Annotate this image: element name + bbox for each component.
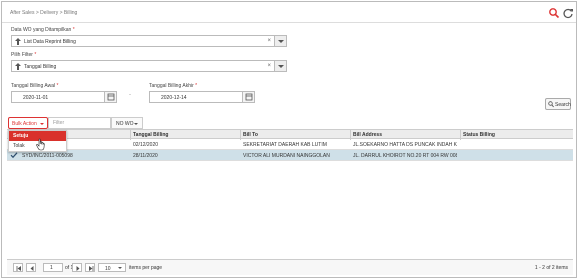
search-icon[interactable] (548, 7, 560, 19)
search-icon (548, 101, 554, 108)
filter-field-select[interactable]: NO WO (111, 117, 143, 129)
start-date-input[interactable]: 2020-11-01 (11, 91, 117, 103)
cell-bill-address: JL.SOEKARNO HATTA DS PUNCAK INDAH KA... (353, 142, 457, 148)
clear-icon[interactable]: × (267, 63, 271, 69)
end-date-label-text: Tanggal Billing Akhir (149, 83, 194, 89)
chevron-down-icon[interactable] (274, 36, 286, 46)
page-size-select[interactable]: 10 (98, 263, 126, 272)
end-date-value: 2020-12-14 (161, 95, 187, 101)
next-page-icon (76, 266, 80, 271)
clear-icon[interactable]: × (267, 38, 271, 44)
table-header: Tanggal Billing Bill To Bill Address Sta… (7, 129, 573, 140)
caret-down-icon (40, 123, 44, 125)
required-mark: * (72, 27, 75, 33)
wo-select[interactable]: List Data Reprint Billing × (11, 35, 287, 47)
cell-date: 28/11/2020 (133, 153, 158, 159)
wo-label: Data WO yang Ditampilkan * (11, 27, 75, 33)
wo-label-text: Data WO yang Ditampilkan (11, 27, 72, 33)
cell-bill-to: VICTOR ALI MURDANI NAINGGOLAN (243, 153, 330, 159)
caret-down-icon (118, 267, 122, 269)
pagination-bar: 1 of 1 10 items per page 1 - 2 of 2 item… (7, 259, 573, 275)
col-header-status[interactable]: Status Billing (463, 132, 495, 138)
search-button[interactable]: Search (545, 98, 571, 110)
check-icon[interactable] (10, 151, 18, 159)
filter-select[interactable]: Tanggal Billing × (11, 60, 287, 72)
total-items-label: 1 - 2 of 2 items (534, 265, 568, 271)
chevron-down-icon[interactable] (274, 61, 286, 71)
list-icon (15, 38, 21, 45)
first-page-button[interactable] (13, 263, 23, 272)
col-header-tanggal[interactable]: Tanggal Billing (133, 132, 168, 138)
page-number-input[interactable]: 1 (43, 263, 63, 272)
wo-select-value: List Data Reprint Billing (24, 39, 76, 45)
start-date-label: Tanggal Billing Awal * (11, 83, 58, 89)
search-button-label: Search (555, 102, 571, 108)
cell-bill-to: SEKRETARIAT DAERAH KAB LUTIM (243, 142, 327, 148)
prev-page-icon (30, 266, 34, 271)
table-row[interactable]: 40 02/12/2020 SEKRETARIAT DAERAH KAB LUT… (7, 139, 573, 150)
list-icon (15, 63, 21, 70)
app-frame: After Sales > Delivery > Billing Data WO… (1, 1, 577, 278)
refresh-icon[interactable] (562, 7, 574, 19)
table-row[interactable]: SYD/INC/2011-005098 28/11/2020 VICTOR AL… (7, 150, 573, 161)
next-page-button[interactable] (72, 263, 82, 272)
calendar-icon[interactable] (242, 92, 254, 102)
filter-label: Pilih Filter * (11, 52, 36, 58)
filter-label-text: Pilih Filter (11, 52, 33, 58)
required-mark: * (34, 52, 37, 58)
top-bar: After Sales > Delivery > Billing (2, 2, 576, 23)
col-header-bill-to[interactable]: Bill To (243, 132, 258, 138)
cell-bill-address: JL. DARRUL KHOIROT NO.20 RT 004 RW 008..… (353, 153, 457, 159)
bulk-action-label: Bulk Action (12, 121, 37, 127)
start-date-label-text: Tanggal Billing Awal (11, 83, 56, 89)
col-header-bill-address[interactable]: Bill Address (353, 132, 382, 138)
calendar-icon[interactable] (104, 92, 116, 102)
last-page-button[interactable] (85, 263, 95, 272)
caret-down-icon (134, 123, 138, 125)
filter-field-value: NO WO (116, 121, 134, 127)
end-date-label: Tanggal Billing Akhir * (149, 83, 197, 89)
required-mark: * (195, 83, 198, 89)
bulk-action-button[interactable]: Bulk Action (8, 117, 48, 129)
required-mark: * (56, 83, 59, 89)
cursor-icon (36, 138, 45, 151)
first-page-icon (16, 266, 21, 271)
date-range-dash: - (129, 92, 131, 98)
filter-select-value: Tanggal Billing (24, 64, 57, 70)
cell-no-wo: SYD/INC/2011-005098 (22, 153, 73, 159)
last-page-icon (89, 266, 94, 271)
prev-page-button[interactable] (26, 263, 36, 272)
page-size-value: 10 (105, 266, 111, 272)
per-page-label: items per page (129, 265, 163, 271)
start-date-value: 2020-11-01 (23, 95, 49, 101)
cell-date: 02/12/2020 (133, 142, 159, 148)
table-filter-input[interactable] (48, 117, 111, 129)
breadcrumb: After Sales > Delivery > Billing (10, 10, 78, 16)
end-date-input[interactable]: 2020-12-14 (149, 91, 255, 103)
